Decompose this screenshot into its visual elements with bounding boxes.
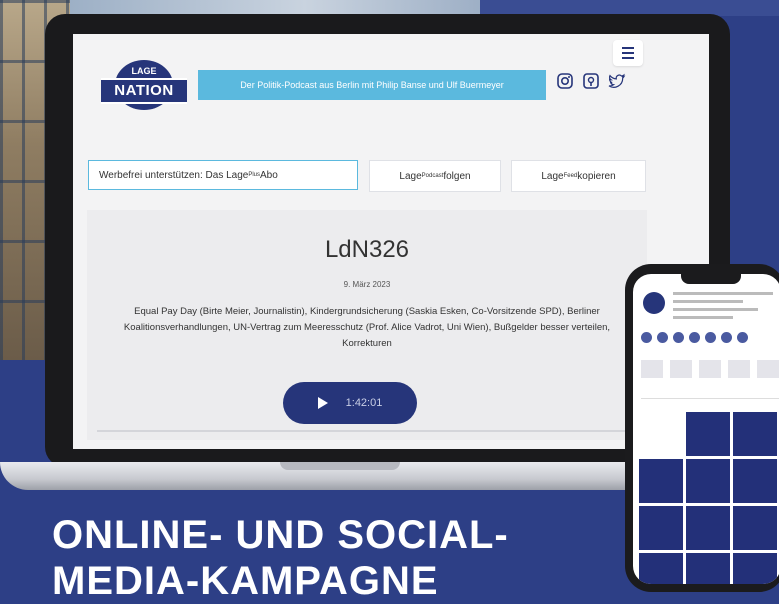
tagline-banner: Der Politik-Podcast aus Berlin mit Phili… [198,70,546,100]
post-tile [733,506,777,550]
play-icon [317,397,328,409]
support-abo-button[interactable]: Werbefrei unterstützen: Das Lage Plus Abo [88,160,358,190]
post-tile [686,553,730,584]
follow-label: Lage [399,170,422,182]
campaign-headline: ONLINE- UND SOCIAL- MEDIA-KAMPAGNE [52,512,509,604]
post-tile [639,506,683,550]
support-sup: Plus [248,172,261,178]
twitter-icon[interactable] [608,72,626,90]
post-tile [639,553,683,584]
profile-avatar [643,292,665,314]
smartphone-frame [625,264,779,592]
post-tile [733,553,777,584]
post-tile [639,412,683,456]
instagram-profile-screen [633,274,779,584]
episode-date: 9. März 2023 [343,280,391,289]
episode-description: Equal Pay Day (Birte Meier, Journalistin… [123,306,611,349]
post-tile [733,412,777,456]
site-logo[interactable]: LAGE NATION [101,60,187,110]
post-tile [686,459,730,503]
feed-label: Lage [541,170,564,182]
profile-tabs [641,398,779,407]
post-tile [733,459,777,503]
feed-sup: Feed [563,173,578,179]
post-grid [639,412,779,584]
post-tile [686,412,730,456]
instagram-icon[interactable] [556,72,574,90]
episode-duration: 1:42:01 [345,397,383,409]
progress-track[interactable] [97,430,637,432]
copy-feed-button[interactable]: Lage Feed kopieren [511,160,646,192]
post-tile [639,459,683,503]
feed-suffix: kopieren [577,170,616,182]
phone-notch [681,274,741,284]
laptop-notch [280,462,400,470]
logo-top-text: LAGE [131,66,157,76]
episode-title: LdN326 [324,236,410,263]
headline-line-1: ONLINE- UND SOCIAL- [52,513,509,557]
play-button[interactable]: 1:42:01 [283,382,417,424]
support-suffix: Abo [260,169,278,181]
logo-main-text: NATION [101,78,187,104]
follow-podcast-button[interactable]: Lage Podcast folgen [369,160,501,192]
headline-line-2: MEDIA-KAMPAGNE [52,559,439,603]
episode-card: LdN326 9. März 2023 Equal Pay Day (Birte… [87,210,647,440]
profile-stats [673,292,773,324]
people-row [641,360,779,378]
follow-sup: Podcast [421,173,444,179]
podcast-icon[interactable] [582,72,600,90]
follow-suffix: folgen [443,170,471,182]
website-screen: LAGE NATION Der Politik-Podcast aus Berl… [73,34,709,449]
support-label: Werbefrei unterstützen: Das Lage [99,169,249,181]
social-links [556,72,626,90]
story-highlights [641,332,779,343]
menu-icon[interactable] [613,40,643,66]
post-tile [686,506,730,550]
